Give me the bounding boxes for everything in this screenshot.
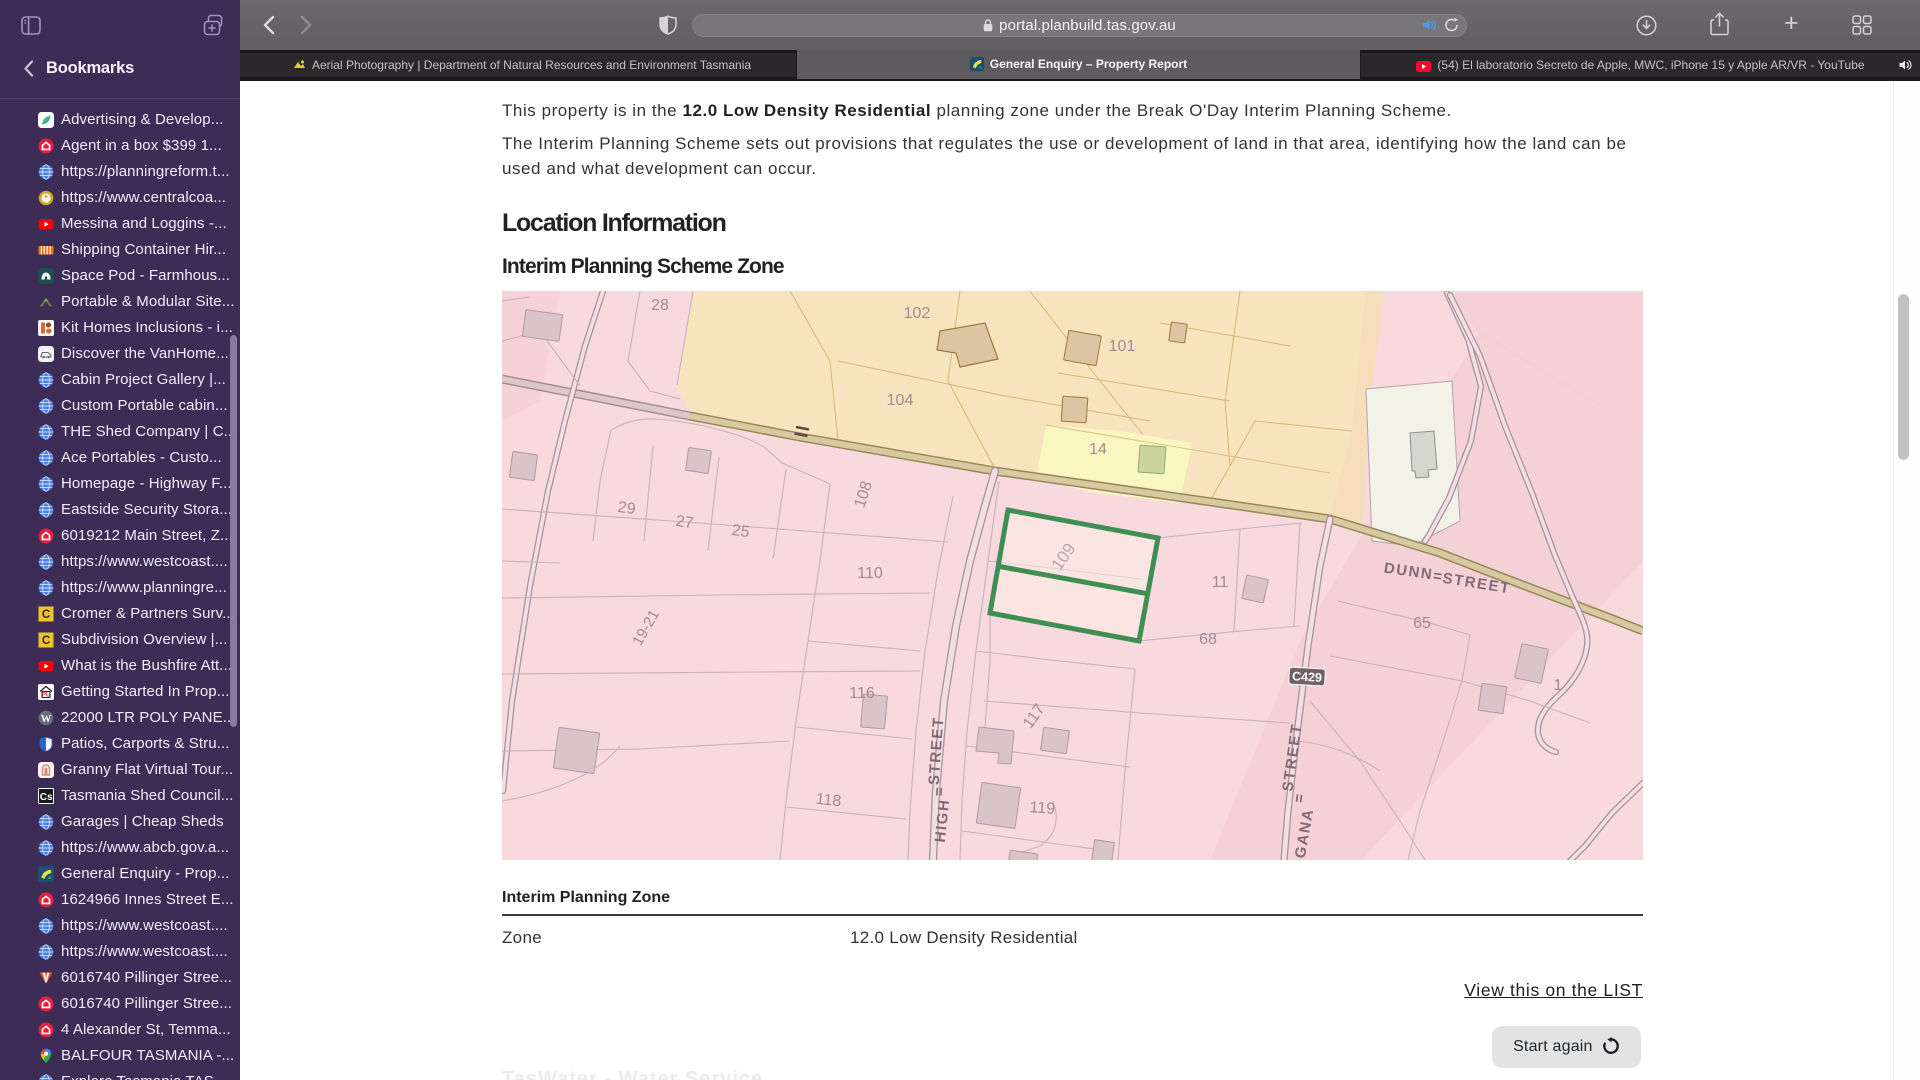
svg-text:29: 29 (617, 499, 637, 518)
svg-text:1: 1 (1554, 677, 1563, 694)
svg-text:C: C (42, 635, 50, 647)
svg-text:110: 110 (857, 565, 883, 582)
svg-text:68: 68 (1199, 631, 1217, 648)
svg-text:11: 11 (1212, 574, 1229, 591)
svg-text:101: 101 (1109, 338, 1136, 355)
svg-text:27: 27 (675, 513, 695, 532)
svg-text:102: 102 (904, 305, 931, 322)
svg-text:65: 65 (1413, 615, 1431, 632)
svg-text:=: = (931, 786, 949, 796)
svg-text:104: 104 (887, 392, 914, 409)
svg-text:28: 28 (651, 297, 669, 314)
svg-text:25: 25 (731, 522, 751, 541)
svg-text:Cs: Cs (40, 792, 53, 803)
svg-text:119: 119 (1029, 799, 1056, 818)
svg-text:116: 116 (849, 685, 875, 702)
svg-text:PU: PU (42, 691, 51, 698)
svg-text:C429: C429 (1292, 669, 1323, 685)
svg-text:W: W (41, 714, 52, 725)
svg-text:C: C (42, 609, 50, 621)
svg-text:14: 14 (1089, 441, 1107, 458)
svg-text:118: 118 (815, 791, 842, 811)
